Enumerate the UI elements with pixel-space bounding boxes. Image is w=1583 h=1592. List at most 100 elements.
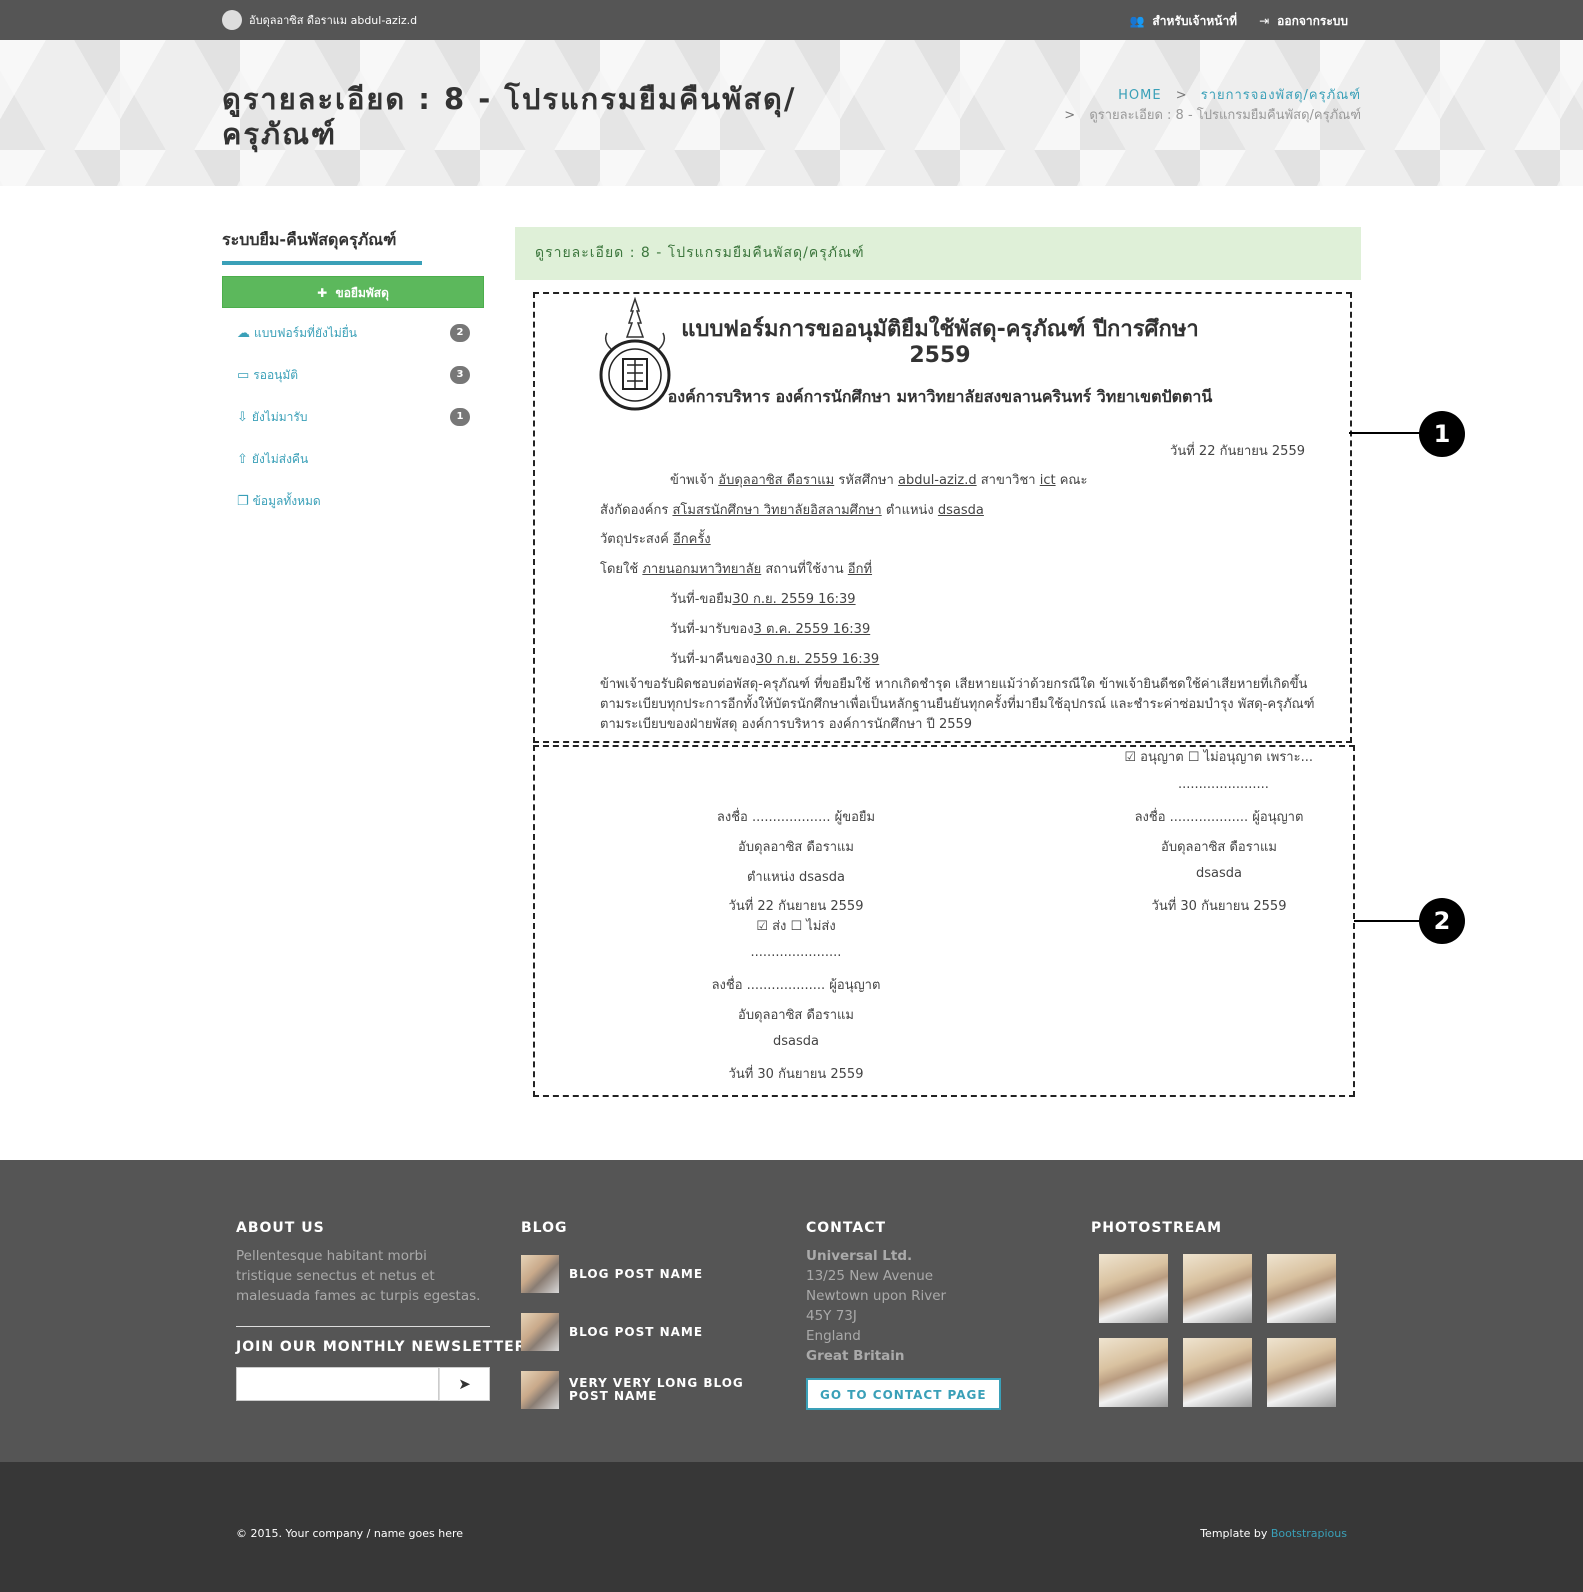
organization: สโมสรนักศึกษา วิทยาลัยอิสลามศึกษา	[672, 503, 882, 518]
user-upload-icon: ⇧	[237, 451, 248, 467]
count-badge: 1	[450, 408, 470, 426]
right-name: อับดุลอาซิส ดือราแม	[1161, 840, 1277, 855]
pickup-date: 3 ต.ค. 2559 16:39	[753, 622, 871, 637]
count-badge: 3	[450, 366, 470, 384]
form-organization: องค์การบริหาร องค์การนักศึกษา มหาวิทยาลั…	[667, 387, 1213, 406]
footer-contact: CONTACT Universal Ltd. 13/25 New Avenue …	[806, 1220, 1001, 1410]
template-by-label: Template by	[1200, 1527, 1268, 1540]
template-link[interactable]: Bootstrapious	[1271, 1527, 1347, 1540]
page-header: ดูรายละเอียด : 8 - โปรแกรมยืมคืนพัสดุ/คร…	[0, 40, 1583, 186]
form-line-pickup-date: วันที่-มารับของ3 ต.ค. 2559 16:39	[670, 618, 870, 639]
usage-scope: ภายนอกมหาวิทยาลัย	[642, 562, 762, 577]
blog-thumbnail	[521, 1255, 559, 1293]
footer-bottom: © 2015. Your company / name goes here Te…	[0, 1462, 1583, 1592]
user-download-icon: ⇩	[237, 409, 248, 425]
place: อีกที่	[847, 562, 873, 577]
borrow-date: 30 ก.ย. 2559 16:39	[732, 592, 856, 607]
photo-thumbnail[interactable]	[1183, 1254, 1252, 1323]
newsletter-email-input[interactable]	[236, 1367, 439, 1401]
about-text: Pellentesque habitant morbi tristique se…	[236, 1248, 481, 1304]
logout-link[interactable]: ⇥ ออกจากระบบ	[1259, 12, 1348, 31]
breadcrumb-list[interactable]: รายการจองพัสดุ/ครุภัณฑ์	[1201, 88, 1361, 103]
callout-1: 1	[1419, 411, 1465, 457]
contact-company: Universal Ltd.	[806, 1248, 913, 1264]
signature-section-box	[533, 745, 1355, 1097]
blog-post-title: BLOG POST NAME	[569, 1266, 704, 1281]
right-sign: ลงชื่อ ................... ผู้อนุญาต	[1134, 810, 1304, 825]
sidebar-item-not-returned[interactable]: ⇧ ยังไม่ส่งคืน	[222, 438, 484, 480]
form-line-usage: โดยใช้ ภายนอกมหาวิทยาลัย สถานที่ใช้งาน อ…	[600, 558, 872, 579]
form-date: วันที่ 22 กันยายน 2559	[1170, 444, 1305, 459]
send-checkbox-text: ☑ ส่ง ☐ ไม่ส่ง	[756, 919, 836, 934]
sidebar-item-not-picked-up[interactable]: ⇩ ยังไม่มารับ 1	[222, 396, 484, 438]
sidebar-item-label: ยังไม่ส่งคืน	[251, 451, 309, 466]
detail-alert: ดูรายละเอียด : 8 - โปรแกรมยืมคืนพัสดุ/คร…	[515, 227, 1361, 280]
form-line-borrow-date: วันที่-ขอยืม30 ก.ย. 2559 16:39	[670, 588, 856, 609]
sidebar-title-underline	[222, 261, 422, 265]
cloud-upload-icon: ☁	[237, 325, 250, 341]
newsletter: JOIN OUR MONTHLY NEWSLETTER ➤	[236, 1339, 526, 1401]
photo-thumbnail[interactable]	[1183, 1338, 1252, 1407]
users-icon: 👥	[1129, 14, 1145, 28]
label: วันที่-ขอยืม	[670, 592, 733, 607]
contact-page-button[interactable]: GO TO CONTACT PAGE	[806, 1378, 1001, 1410]
form-line-applicant: ข้าพเจ้า อับดุลอาซิส ดือราแม รหัสศึกษา a…	[670, 469, 1087, 490]
footer-blog: BLOG BLOG POST NAME BLOG POST NAME VERY …	[521, 1220, 769, 1410]
newsletter-title: JOIN OUR MONTHLY NEWSLETTER	[236, 1339, 527, 1355]
label: วันที่-มาคืนของ	[670, 652, 756, 667]
photostream-title: PHOTOSTREAM	[1091, 1220, 1223, 1236]
blog-thumbnail	[521, 1313, 559, 1351]
approve-checkbox-text: ☑ อนุญาต ☐ ไม่อนุญาต เพราะ...	[1124, 750, 1313, 765]
applicant-name: อับดุลอาซิส ดือราแม	[718, 473, 835, 488]
contact-line: 13/25 New Avenue	[806, 1268, 934, 1284]
send-button[interactable]: ➤	[439, 1367, 490, 1401]
left2-position: dsasda	[773, 1034, 819, 1049]
blog-title: BLOG	[521, 1220, 568, 1236]
blog-post[interactable]: BLOG POST NAME	[521, 1254, 769, 1294]
staff-link[interactable]: 👥 สำหรับเจ้าหน้าที่	[1129, 12, 1237, 31]
right-date: วันที่ 30 กันยายน 2559	[1151, 899, 1287, 914]
inbox-icon: ▭	[237, 367, 250, 383]
count-badge: 2	[450, 324, 470, 342]
sidebar-item-unsubmitted[interactable]: ☁ แบบฟอร์มที่ยังไม่ยื่น 2	[222, 312, 484, 354]
photo-thumbnail[interactable]	[1099, 1254, 1168, 1323]
contact-country: Great Britain	[806, 1348, 905, 1364]
template-credit: Template by Bootstrapious	[1200, 1527, 1347, 1540]
callout-2: 2	[1419, 898, 1465, 944]
sidebar-item-all[interactable]: ❐ ข้อมูลทั้งหมด	[222, 480, 484, 522]
logout-link-label: ออกจากระบบ	[1277, 14, 1348, 28]
photo-thumbnail[interactable]	[1267, 1338, 1336, 1407]
sidebar-item-pending[interactable]: ▭ รออนุมัติ 3	[222, 354, 484, 396]
sidebar-menu: ☁ แบบฟอร์มที่ยังไม่ยื่น 2 ▭ รออนุมัติ 3 ⇩ ยัง…	[222, 312, 484, 522]
left-sign: ลงชื่อ ................... ผู้ขอยืม	[716, 810, 876, 825]
footer-about: ABOUT US Pellentesque habitant morbi tri…	[236, 1220, 526, 1401]
student-id: abdul-aziz.d	[897, 473, 977, 488]
photo-thumbnail[interactable]	[1099, 1338, 1168, 1407]
left-name: อับดุลอาซิส ดือราแม	[738, 840, 854, 855]
blog-post[interactable]: BLOG POST NAME	[521, 1312, 769, 1352]
user-info[interactable]: อับดุลอาซิส ดือราแม abdul-aziz.d	[222, 10, 417, 30]
about-title: ABOUT US	[236, 1220, 325, 1236]
page-title: ดูรายละเอียด : 8 - โปรแกรมยืมคืนพัสดุ/คร…	[222, 82, 797, 151]
label: โดยใช้	[600, 562, 639, 577]
top-bar: อับดุลอาซิส ดือราแม abdul-aziz.d 👥 สำหรับ…	[0, 0, 1583, 40]
left2-name: อับดุลอาซิส ดือราแม	[738, 1008, 854, 1023]
blog-thumbnail	[521, 1371, 559, 1409]
files-icon: ❐	[237, 493, 249, 509]
label: รหัสศึกษา	[838, 473, 894, 488]
left-position: ตำแหน่ง dsasda	[746, 870, 846, 885]
photo-thumbnail[interactable]	[1267, 1254, 1336, 1323]
copyright: © 2015. Your company / name goes here	[236, 1527, 464, 1540]
label: ข้าพเจ้า	[670, 473, 715, 488]
blog-post[interactable]: VERY VERY LONG BLOG POST NAME	[521, 1370, 769, 1410]
form-agreement-paragraph: ข้าพเจ้าขอรับผิดชอบต่อพัสดุ-ครุภัณฑ์ ที่…	[600, 677, 1315, 732]
label: วันที่-มารับของ	[670, 622, 754, 637]
label: สถานที่ใช้งาน	[765, 562, 844, 577]
form-line-purpose: วัตถุประสงค์ อีกครั้ง	[600, 528, 711, 549]
breadcrumb-home[interactable]: HOME	[1118, 88, 1161, 103]
borrow-button-label: ขอยืมพัสดุ	[335, 286, 389, 300]
borrow-button[interactable]: ✚ ขอยืมพัสดุ	[222, 276, 484, 308]
form-title: แบบฟอร์มการขออนุมัติยืมใช้พัสดุ-ครุภัณฑ์…	[681, 317, 1199, 368]
divider	[236, 1326, 490, 1327]
contact-line: Newtown upon River	[806, 1288, 947, 1304]
